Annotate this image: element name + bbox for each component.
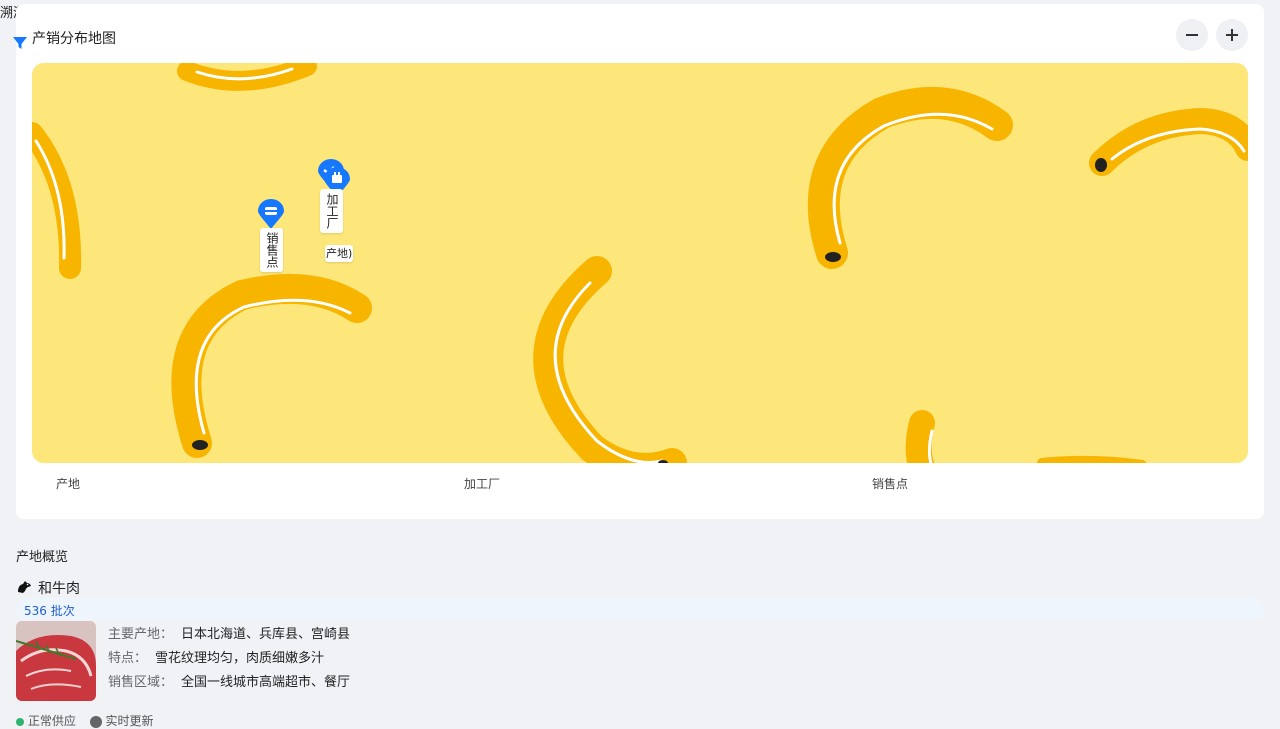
marker-label-sales-point: 销售点 [260, 228, 283, 272]
card-title: 产销分布地图 [32, 31, 116, 47]
batch-count: 536 批次 [24, 604, 75, 618]
legend-item-sales-point[interactable]: 销售点 [872, 475, 908, 492]
map-marker-sales-point[interactable] [258, 199, 284, 229]
product-name: 和牛肉 [38, 581, 80, 597]
legend-item-processing-plant[interactable]: 加工厂 [464, 475, 500, 492]
minus-icon [1186, 34, 1198, 36]
marker-label-processing-plant: 加工厂 [320, 189, 343, 233]
zoom-out-button[interactable] [1176, 19, 1208, 51]
map-legend: 产地 加工厂 销售点 [16, 475, 1264, 495]
info-feature: 特点： 雪花纹理均匀，肉质细嫩多汁 [108, 651, 325, 666]
marker-label-origin: 产地) [325, 245, 354, 262]
status-dot [16, 717, 24, 726]
batch-count-bar: 536 批次 [16, 598, 1264, 620]
supply-status: 正常供应 [27, 714, 76, 728]
info-sales-region: 销售区域： 全国一线城市高端超市、餐厅 [108, 675, 351, 690]
map-canvas[interactable]: 加工厂 产地) 销售点 [32, 63, 1248, 463]
plus-icon [1226, 29, 1238, 41]
status-row: 正常供应 实时更新 [16, 712, 154, 729]
info-origin: 主要产地： 日本北海道、兵库县、宫崎县 [108, 627, 351, 642]
legend-item-origin[interactable]: 产地 [56, 475, 80, 492]
product-thumbnail [16, 621, 96, 701]
filter-icon[interactable] [13, 36, 27, 50]
distribution-map-card: 产销分布地图 加工厂 产地) 销售点 产地 加工厂 销售点 [13, 4, 1264, 519]
cow-icon [18, 581, 31, 593]
card-header: 产销分布地图 [13, 28, 1264, 52]
update-status: 实时更新 [105, 714, 154, 728]
shop-icon [258, 199, 284, 229]
map-background [32, 63, 1248, 463]
info-icon [89, 715, 102, 728]
zoom-in-button[interactable] [1216, 19, 1248, 51]
section-title-origin-overview: 产地概览 [16, 550, 69, 565]
